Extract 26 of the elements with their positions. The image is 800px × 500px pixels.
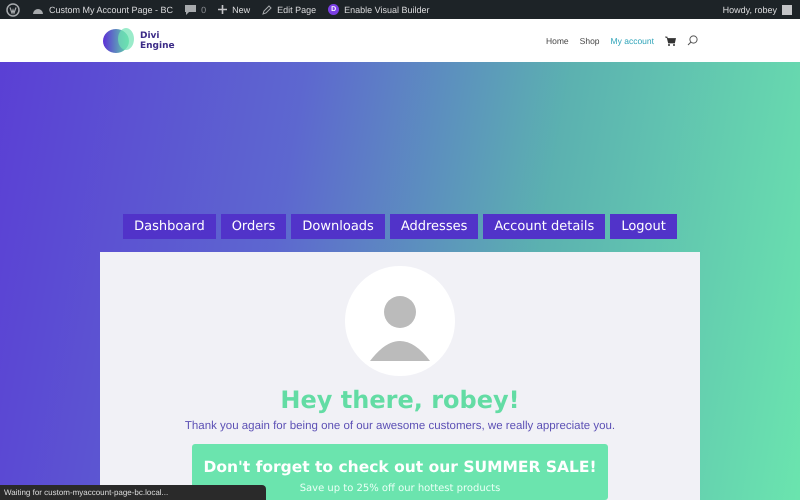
comments-link[interactable]: 0	[185, 4, 206, 14]
site-logo[interactable]: Divi Engine	[102, 28, 175, 54]
promo-title: Don't forget to check out our SUMMER SALE!	[203, 458, 597, 476]
account-nav-button[interactable]: Dashboard	[123, 214, 216, 239]
nav-link[interactable]: Home	[546, 36, 569, 46]
account-nav-button[interactable]: Addresses	[390, 214, 478, 239]
plus-icon	[218, 5, 228, 14]
account-nav-button[interactable]: Downloads	[291, 214, 385, 239]
new-link[interactable]: New	[218, 4, 250, 14]
account-nav-button[interactable]: Account details	[483, 214, 606, 239]
promo-subtitle: Save up to 25% off our hottest products	[300, 483, 500, 494]
user-greeting[interactable]: Howdy, robey	[722, 4, 792, 14]
comment-icon	[185, 4, 196, 14]
search-icon[interactable]	[687, 35, 698, 46]
status-bar: Waiting for custom-myaccount-page-bc.local...	[0, 485, 266, 500]
wordpress-logo-icon[interactable]	[6, 2, 20, 16]
account-nav-button[interactable]: Orders	[220, 214, 286, 239]
cart-icon[interactable]	[665, 36, 676, 46]
user-avatar	[782, 4, 792, 14]
site-link[interactable]: Custom My Account Page - BC	[32, 4, 174, 14]
edit-page-link[interactable]: Edit Page	[262, 4, 316, 14]
thanks-text: Thank you again for being one of our awesome customers, we really appreciate you.	[184, 420, 616, 432]
pencil-icon	[262, 4, 272, 14]
account-nav-button[interactable]: Logout	[610, 214, 677, 239]
nav-link[interactable]: Shop	[580, 36, 600, 46]
greeting-heading: Hey there, robey!	[280, 386, 520, 414]
